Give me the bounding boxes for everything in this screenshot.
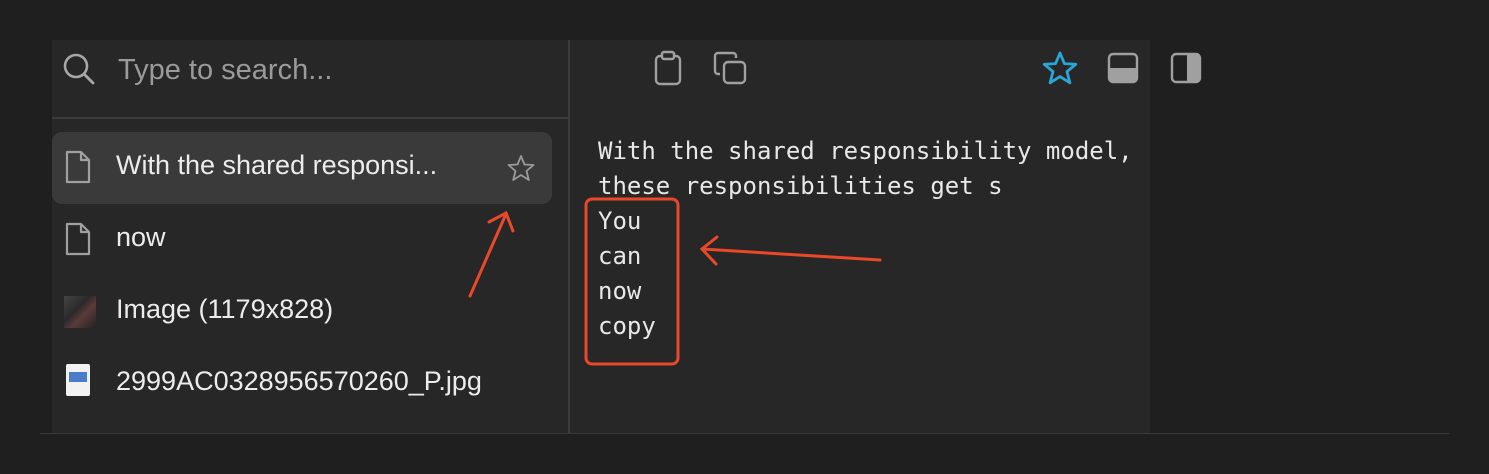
list-item-label: Image (1179x828) [116,294,334,324]
star-icon[interactable] [507,154,535,182]
list-item-label: now [116,222,166,252]
search-icon [63,53,95,85]
search-bar [52,40,568,119]
content-line: these responsibilities get s [598,172,1003,200]
content-line: now [598,277,642,305]
content-line: With the shared responsibility model, [598,137,1133,165]
star-icon[interactable] [1042,50,1078,86]
preview-panel: With the shared responsibility model, the… [570,40,1202,433]
layout-bottom-panel-icon[interactable] [1105,50,1141,86]
list-item[interactable]: 2999AC0328956570260_P.jpg [52,348,552,420]
list-item[interactable]: Image (1179x828) [52,276,552,348]
divider [40,433,1449,434]
search-input[interactable] [116,48,540,92]
list-item[interactable]: With the shared responsi... [52,132,552,204]
clip-content-text: With the shared responsibility model, the… [598,134,1133,344]
clipboard-icon[interactable] [650,50,686,86]
content-line: can [598,242,642,270]
copy-icon[interactable] [712,50,748,86]
content-line: You [598,207,642,235]
sidebar: With the shared responsi... now [52,40,570,433]
document-icon [65,150,91,184]
list-item-label: 2999AC0328956570260_P.jpg [116,366,482,396]
list-item-label: With the shared responsi... [116,150,438,180]
screenshot-stage: With the shared responsi... now [0,0,1489,474]
image-thumbnail-icon [64,296,96,328]
clipboard-app-window: With the shared responsi... now [52,40,1202,433]
list-item[interactable]: now [52,204,552,276]
jpg-file-icon [66,364,90,396]
content-line: copy [598,312,656,340]
layout-side-panel-icon[interactable] [1168,50,1204,86]
document-icon [65,222,91,256]
